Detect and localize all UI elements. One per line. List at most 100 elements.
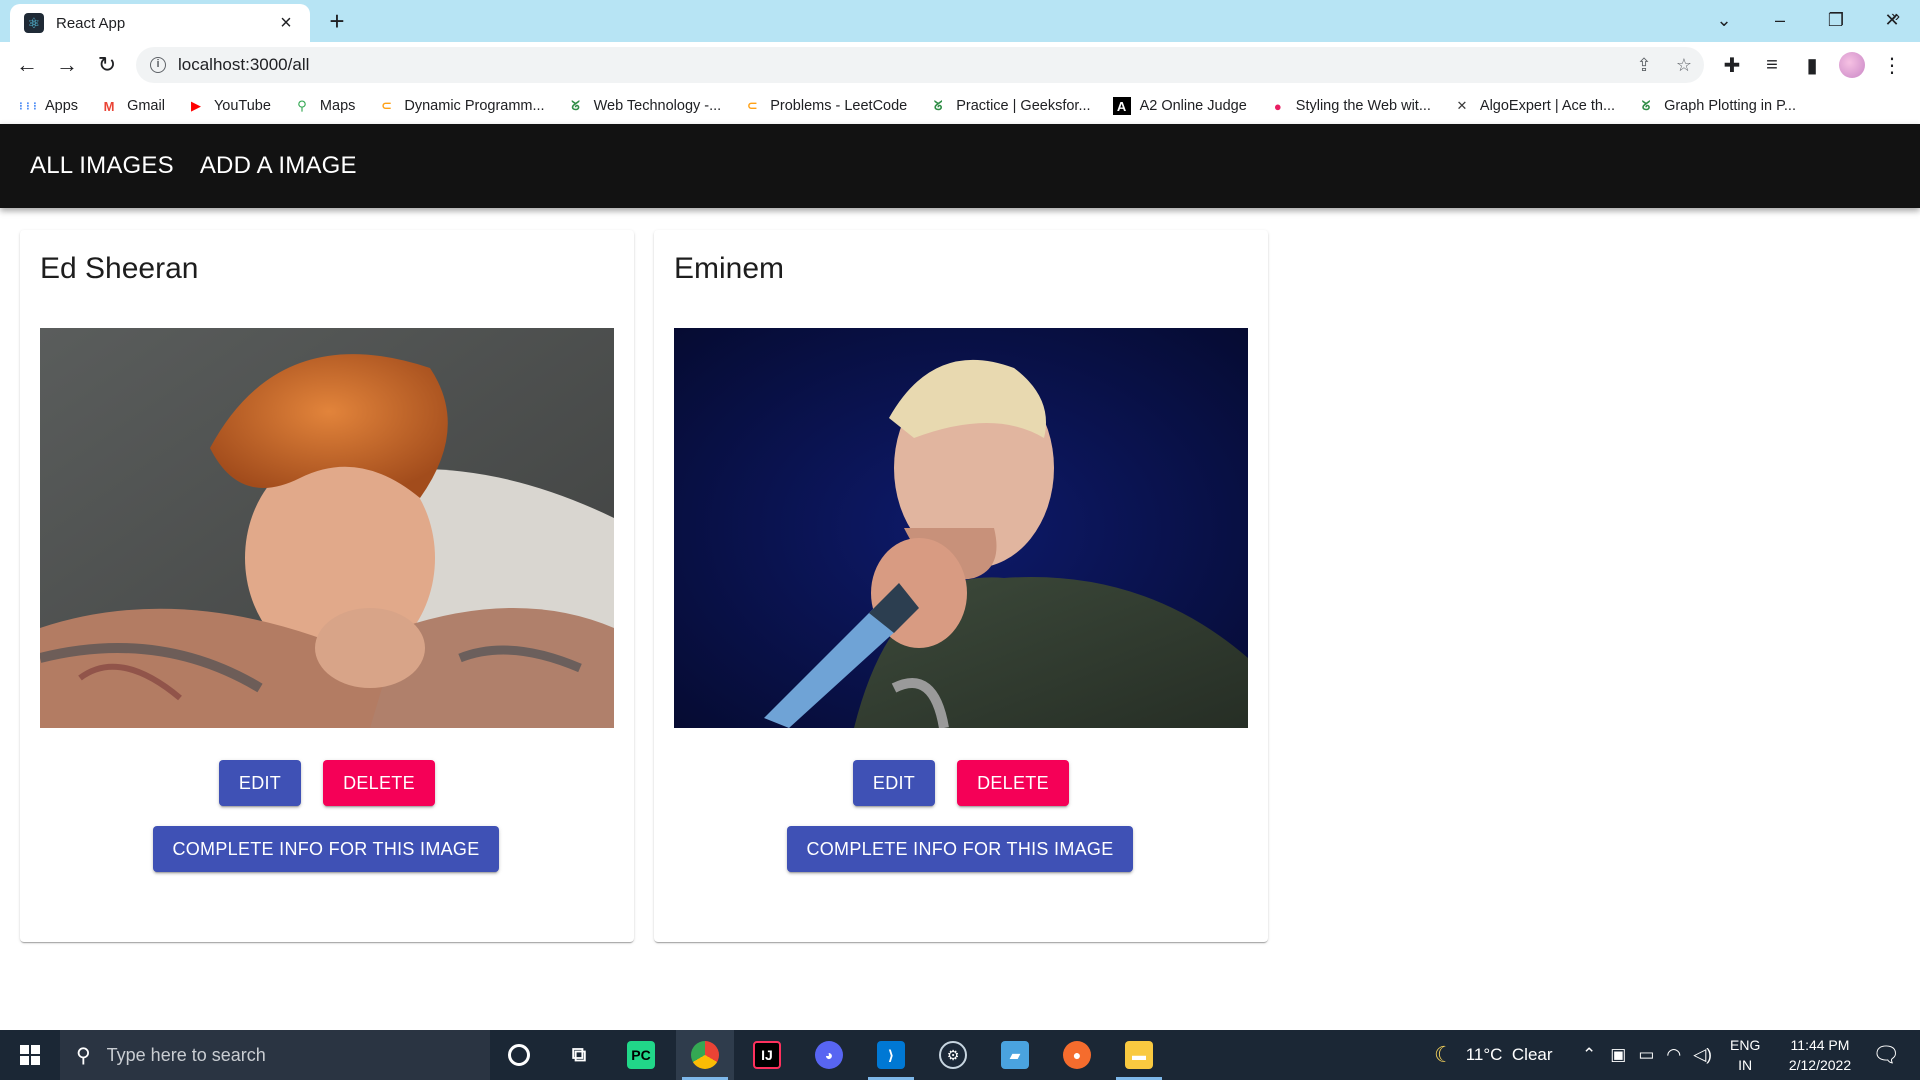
windows-start-icon[interactable]	[0, 1030, 60, 1080]
leetcode-icon: ⊂	[746, 98, 758, 113]
card-photo	[674, 328, 1248, 728]
file-explorer-icon[interactable]: ▬	[1110, 1030, 1168, 1080]
complete-info-button[interactable]: COMPLETE INFO FOR THIS IMAGE	[787, 826, 1133, 872]
clock[interactable]: 11:44 PM 2/12/2022	[1770, 1030, 1870, 1080]
bookmark-label: Practice | Geeksfor...	[956, 98, 1091, 114]
more-bookmarks-icon[interactable]: »	[1891, 8, 1900, 26]
app-navbar: ALL IMAGES ADD A IMAGE	[0, 124, 1920, 208]
steam-icon[interactable]: ⚙	[924, 1030, 982, 1080]
site-info-icon[interactable]: i	[150, 57, 166, 73]
bookmark-label: Maps	[319, 98, 356, 114]
clock-time: 11:44 PM	[1790, 1037, 1850, 1053]
wifi-icon[interactable]: ◠	[1666, 1045, 1681, 1065]
search-icon: ⚲	[76, 1044, 91, 1067]
bookmark-item[interactable]: ⚲ Maps	[293, 97, 355, 115]
browser-tabstrip: ⚛ React App × + ⌄ – ❐ ✕	[0, 0, 1920, 42]
bookmark-label: Graph Plotting in P...	[1664, 98, 1796, 114]
bookmarks-bar: ⋮⋮⋮ Apps M Gmail ▶ YouTube ⚲ Maps ⊂ Dynamic Progr…	[0, 88, 1920, 124]
algoexpert-icon: ✕	[1456, 98, 1468, 113]
extensions-icon[interactable]: ✚	[1714, 48, 1750, 82]
weather-text: 11°C Clear	[1465, 1045, 1553, 1064]
meet-icon[interactable]: ▣	[1610, 1045, 1626, 1065]
task-view-icon[interactable]: ⧉	[550, 1030, 608, 1080]
browser-tab[interactable]: ⚛ React App ×	[10, 4, 310, 42]
menu-kebab-icon[interactable]: ⋮	[1874, 48, 1910, 82]
bookmark-item[interactable]: ▶ YouTube	[187, 97, 271, 115]
pycharm-icon[interactable]: PC	[612, 1030, 670, 1080]
battery-icon[interactable]: ▭	[1638, 1045, 1654, 1065]
card-title: Eminem	[674, 252, 785, 285]
bookmark-item[interactable]: ⊂ Dynamic Programm...	[377, 97, 545, 115]
leetcode-icon: ⊂	[380, 98, 392, 113]
side-panel-icon[interactable]: ▮	[1794, 48, 1830, 82]
youtube-icon: ▶	[190, 98, 201, 113]
restore-icon[interactable]: ❐	[1808, 0, 1864, 40]
bookmark-star-icon[interactable]: ☆	[1664, 55, 1704, 76]
weather-widget[interactable]: ☾ 11°C Clear	[1434, 1030, 1553, 1080]
edit-button[interactable]: EDIT	[219, 760, 301, 806]
notification-icon[interactable]: 🗨	[1866, 1030, 1906, 1080]
nav-all-images[interactable]: ALL IMAGES	[30, 152, 174, 180]
image-card: Ed Sheeran EDIT DELETE COMPLETE INFO FOR…	[20, 230, 634, 942]
minimize-icon[interactable]: –	[1752, 0, 1808, 40]
bookmark-item[interactable]: ✕ AlgoExpert | Ace th...	[1453, 97, 1615, 115]
bookmark-item[interactable]: ᘜ Graph Plotting in P...	[1637, 97, 1796, 115]
bookmark-item[interactable]: ⋮⋮⋮ Apps	[16, 97, 79, 115]
bookmark-item[interactable]: A A2 Online Judge	[1112, 97, 1247, 115]
clock-date: 2/12/2022	[1788, 1057, 1852, 1073]
volume-icon[interactable]: ◁)	[1693, 1045, 1712, 1065]
vscode-icon[interactable]: ⟩	[862, 1030, 920, 1080]
a2-icon: A	[1112, 97, 1131, 115]
language-indicator[interactable]: ENG IN	[1730, 1030, 1760, 1080]
intellij-icon[interactable]: IJ	[738, 1030, 796, 1080]
chevron-up-icon[interactable]: ⌃	[1582, 1045, 1596, 1065]
app-icon[interactable]: ▰	[986, 1030, 1044, 1080]
back-icon[interactable]: ←	[10, 48, 44, 82]
address-bar[interactable]: i localhost:3000/all ⇪ ☆	[136, 47, 1704, 83]
geeksforgeeks-icon: ᘜ	[1641, 98, 1651, 113]
nav-add-image[interactable]: ADD A IMAGE	[200, 152, 357, 180]
bookmark-item[interactable]: ⊂ Problems - LeetCode	[743, 97, 907, 115]
new-tab-icon[interactable]: +	[322, 6, 352, 36]
bookmark-label: YouTube	[213, 98, 271, 114]
apps-grid-icon: ⋮⋮⋮	[16, 100, 40, 111]
reading-list-icon[interactable]: ≡	[1754, 48, 1790, 82]
bookmark-item[interactable]: ● Styling the Web wit...	[1269, 97, 1431, 115]
bookmark-label: Web Technology -...	[593, 98, 722, 114]
reload-icon[interactable]: ↻	[90, 48, 124, 82]
bookmark-label: Problems - LeetCode	[770, 98, 908, 114]
windows-taskbar: ⚲ Type here to search ⧉ PC IJ ◕ ⟩ ⚙ ▰ ● …	[0, 1030, 1920, 1080]
image-card: Eminem EDIT DELETE COMPLETE INFO FOR THI…	[654, 230, 1268, 942]
discord-icon[interactable]: ◕	[800, 1030, 858, 1080]
geeksforgeeks-icon: ᘜ	[571, 98, 580, 113]
card-title: Ed Sheeran	[40, 252, 199, 285]
bookmark-item[interactable]: ᘜ Web Technology -...	[567, 97, 722, 115]
react-icon: ⚛	[24, 13, 44, 33]
taskbar-search[interactable]: ⚲ Type here to search	[60, 1030, 490, 1080]
bookmark-item[interactable]: ᘜ Practice | Geeksfor...	[929, 97, 1091, 115]
tray-icons: ⌃ ▣ ▭ ◠ ◁)	[1582, 1030, 1712, 1080]
cortana-icon[interactable]	[490, 1030, 548, 1080]
tab-search-icon[interactable]: ⌄	[1696, 0, 1752, 40]
lang-bottom: IN	[1738, 1057, 1753, 1073]
profile-avatar[interactable]	[1834, 48, 1870, 82]
lang-top: ENG	[1730, 1037, 1761, 1053]
geeksforgeeks-icon: ᘜ	[934, 98, 943, 113]
forward-icon[interactable]: →	[50, 48, 84, 82]
gmail-icon: M	[103, 98, 115, 114]
bookmark-label: A2 Online Judge	[1139, 98, 1247, 114]
search-placeholder: Type here to search	[106, 1044, 266, 1065]
bookmark-label: AlgoExpert | Ace th...	[1479, 98, 1616, 114]
origin-icon[interactable]: ●	[1048, 1030, 1106, 1080]
delete-button[interactable]: DELETE	[957, 760, 1069, 806]
window-controls: ⌄ – ❐ ✕	[1696, 0, 1920, 40]
share-icon[interactable]: ⇪	[1624, 55, 1664, 76]
delete-button[interactable]: DELETE	[323, 760, 435, 806]
chrome-icon[interactable]	[676, 1030, 734, 1080]
complete-info-button[interactable]: COMPLETE INFO FOR THIS IMAGE	[153, 826, 499, 872]
close-tab-icon[interactable]: ×	[276, 12, 296, 35]
edit-button[interactable]: EDIT	[853, 760, 935, 806]
styling-icon: ●	[1273, 98, 1282, 114]
bookmark-item[interactable]: M Gmail	[100, 97, 165, 115]
url-text[interactable]: localhost:3000/all	[178, 55, 1624, 75]
